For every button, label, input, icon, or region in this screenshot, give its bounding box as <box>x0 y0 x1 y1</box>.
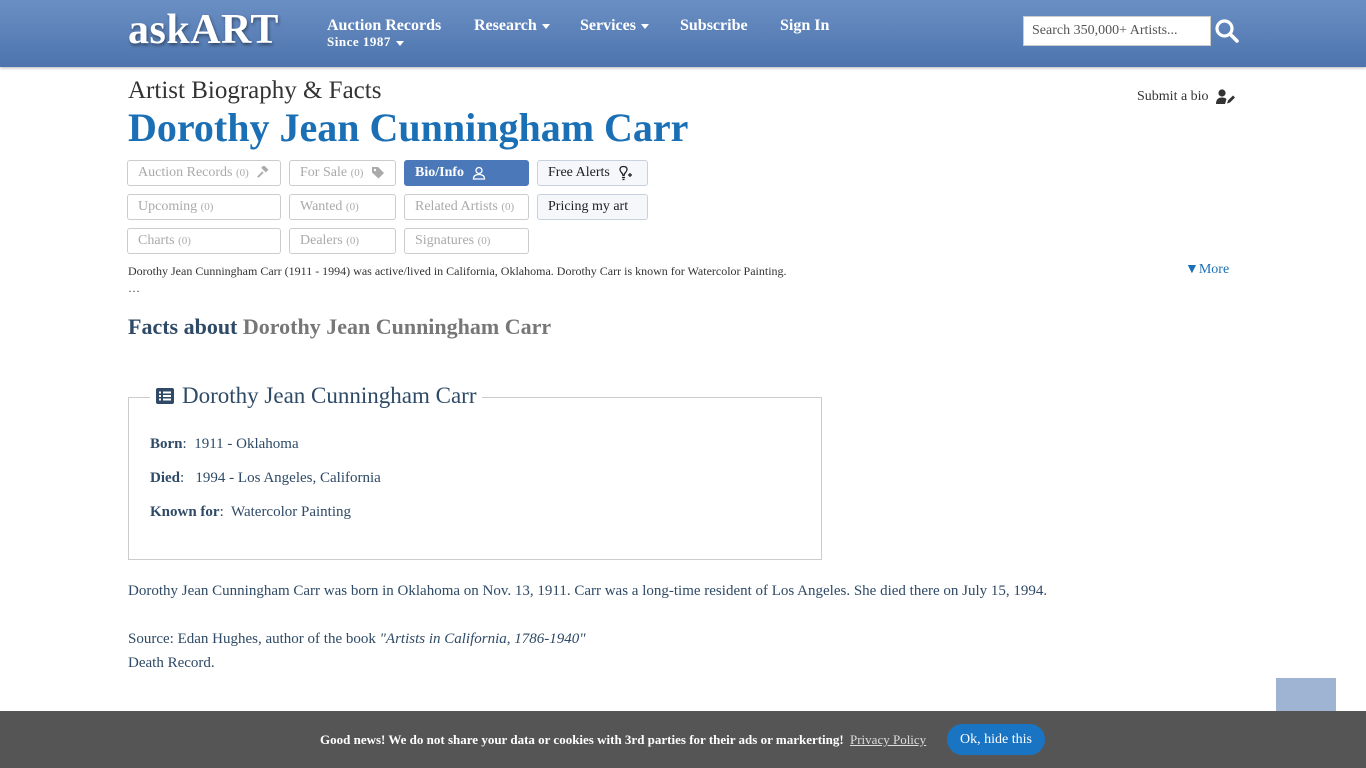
facts-heading-name: Dorothy Jean Cunningham Carr <box>242 314 552 339</box>
nav-subscribe[interactable]: Subscribe <box>680 17 748 35</box>
tab-charts-label: Charts <box>138 233 175 248</box>
artist-search-input[interactable] <box>1023 16 1211 46</box>
fact-known-for-label: Known for <box>150 504 220 520</box>
chevron-down-icon <box>541 23 550 29</box>
tab-wanted[interactable]: Wanted (0) <box>289 194 396 220</box>
tab-wanted-label: Wanted <box>300 199 343 214</box>
tab-dealers-label: Dealers <box>300 233 343 248</box>
tab-auction-records[interactable]: Auction Records (0) <box>127 160 281 186</box>
fact-born-value: 1911 - Oklahoma <box>194 436 299 452</box>
facts-heading-prefix: Facts about <box>128 314 238 339</box>
tab-free-alerts[interactable]: Free Alerts <box>537 160 648 186</box>
tab-signatures-count: (0) <box>477 235 491 247</box>
bio-source: Source: Edan Hughes, author of the book … <box>128 631 586 648</box>
fact-died-value: 1994 - Los Angeles, California <box>195 470 381 486</box>
fact-known-for: Known for: Watercolor Painting <box>150 504 352 520</box>
top-navbar: askART Auction Records Since 1987 Resear… <box>0 0 1366 67</box>
tab-for-sale-label: For Sale <box>300 165 348 180</box>
tab-dealers[interactable]: Dealers (0) <box>289 228 396 254</box>
facts-box-title-text: Dorothy Jean Cunningham Carr <box>182 383 477 408</box>
privacy-policy-link[interactable]: Privacy Policy <box>850 732 926 748</box>
tab-related-artists-label: Related Artists <box>415 199 498 214</box>
tab-upcoming-count: (0) <box>200 201 214 213</box>
fact-died-label: Died <box>150 470 180 486</box>
facts-box-title: Dorothy Jean Cunningham Carr <box>150 383 483 409</box>
nav-research-label: Research <box>474 17 537 34</box>
tab-auction-records-count: (0) <box>235 167 249 179</box>
gavel-icon <box>257 165 269 179</box>
fact-born: Born: 1911 - Oklahoma <box>150 436 299 452</box>
death-record: Death Record. <box>128 655 215 671</box>
tab-charts-count: (0) <box>178 235 191 247</box>
fact-died: Died: 1994 - Los Angeles, California <box>150 470 381 486</box>
cookie-banner: Good news! We do not share your data or … <box>0 711 1366 768</box>
tab-upcoming[interactable]: Upcoming (0) <box>127 194 281 220</box>
tab-pricing-my-art-label: Pricing my art <box>548 199 629 214</box>
tab-related-artists-count: (0) <box>501 201 515 213</box>
nav-services[interactable]: Services <box>580 17 649 35</box>
more-toggle-link[interactable]: ▼More <box>1185 262 1229 278</box>
nav-auction-records-sub: Since 1987 <box>327 34 441 50</box>
tab-upcoming-label: Upcoming <box>138 199 198 214</box>
askart-logo[interactable]: askART <box>128 6 279 54</box>
tab-for-sale-count: (0) <box>350 167 364 179</box>
search-button[interactable] <box>1214 18 1240 44</box>
tab-signatures-label: Signatures <box>415 233 475 248</box>
facts-heading: Facts about Dorothy Jean Cunningham Carr <box>128 314 551 340</box>
bio-source-prefix: Source: Edan Hughes, author of the book <box>128 631 380 647</box>
cookie-dismiss-button[interactable]: Ok, hide this <box>947 724 1045 755</box>
submit-bio-link[interactable]: Submit a bio <box>1137 89 1236 105</box>
page-subtitle: Artist Biography & Facts <box>128 77 382 104</box>
lightbulb-plus-icon <box>619 165 633 180</box>
tag-icon <box>371 167 384 179</box>
tab-auction-records-label: Auction Records <box>138 165 233 180</box>
tab-bio-info[interactable]: Bio/Info <box>404 160 529 186</box>
tab-wanted-count: (0) <box>345 201 359 213</box>
bio-source-book: "Artists in California, 1786-1940" <box>379 631 586 647</box>
user-icon <box>472 166 485 180</box>
nav-auction-records-label: Auction Records <box>327 17 442 34</box>
fact-known-for-value: Watercolor Painting <box>231 504 352 520</box>
search-icon <box>1215 19 1239 43</box>
nav-auction-records[interactable]: Auction Records Since 1987 <box>327 17 441 50</box>
tab-pricing-my-art[interactable]: Pricing my art <box>537 194 648 220</box>
chevron-down-icon <box>395 40 404 46</box>
nav-services-label: Services <box>580 17 636 34</box>
list-icon <box>156 388 174 404</box>
tab-signatures[interactable]: Signatures (0) <box>404 228 529 254</box>
tab-for-sale[interactable]: For Sale (0) <box>289 160 396 186</box>
tab-related-artists[interactable]: Related Artists (0) <box>404 194 529 220</box>
tab-bio-info-label: Bio/Info <box>415 165 465 180</box>
tab-free-alerts-label: Free Alerts <box>548 165 610 180</box>
nav-sign-in[interactable]: Sign In <box>780 17 829 35</box>
artist-summary: Dorothy Jean Cunningham Carr (1911 - 199… <box>128 264 787 278</box>
nav-research[interactable]: Research <box>474 17 550 35</box>
tab-charts[interactable]: Charts (0) <box>127 228 281 254</box>
cookie-message: Good news! We do not share your data or … <box>320 732 844 747</box>
biography-text: Dorothy Jean Cunningham Carr was born in… <box>128 583 1048 599</box>
submit-bio-label: Submit a bio <box>1137 89 1209 105</box>
user-edit-icon <box>1216 89 1236 104</box>
artist-name-title: Dorothy Jean Cunningham Carr <box>128 105 689 150</box>
fact-born-label: Born <box>150 436 183 452</box>
tab-dealers-count: (0) <box>346 235 360 247</box>
chevron-down-icon <box>640 23 649 29</box>
summary-ellipsis: … <box>128 281 140 295</box>
